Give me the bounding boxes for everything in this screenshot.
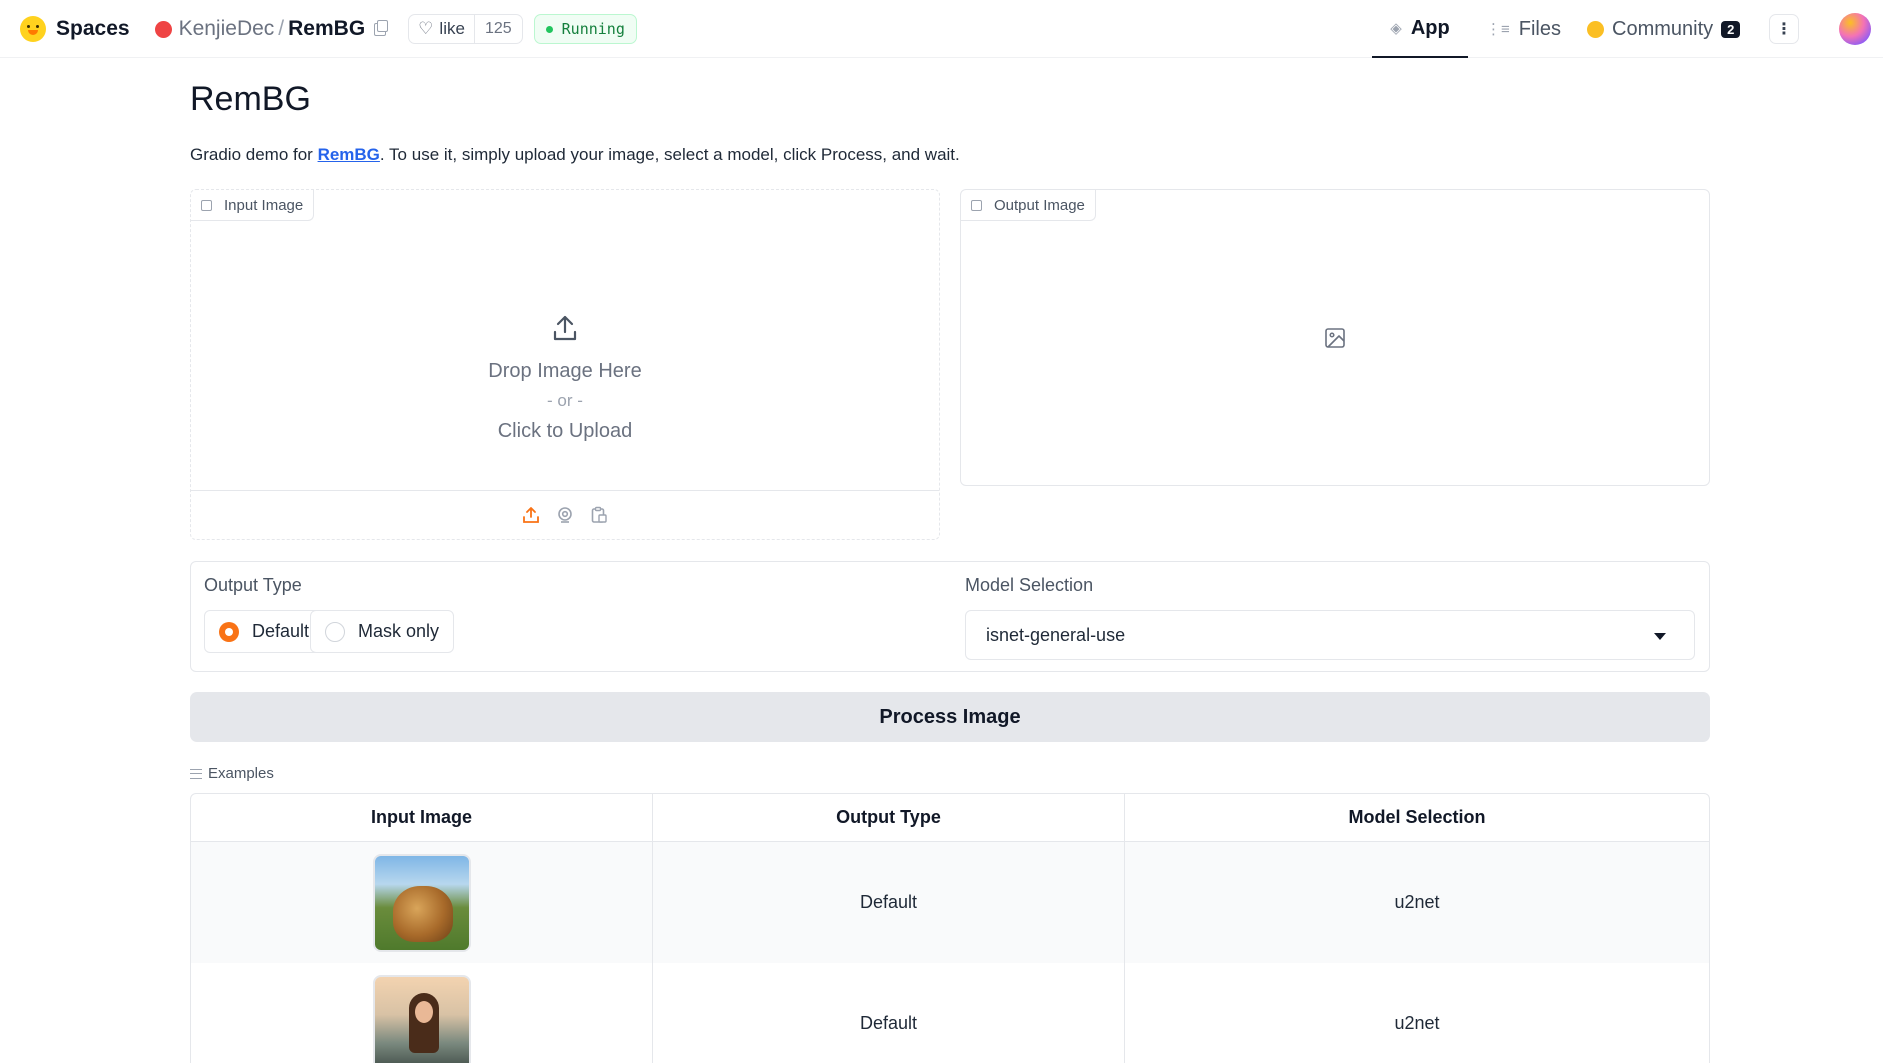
input-image-label-text: Input Image: [224, 196, 304, 214]
copy-icon[interactable]: [374, 19, 389, 36]
image-icon: [201, 199, 212, 211]
breadcrumb-separator: /: [278, 17, 285, 40]
examples-label: Examples: [190, 765, 274, 782]
repo-name-link[interactable]: RemBG: [288, 17, 365, 41]
tab-community-label: Community: [1612, 17, 1714, 40]
image-source-bar: [191, 490, 939, 539]
process-image-button[interactable]: Process Image: [190, 692, 1710, 742]
webcam-source-icon[interactable]: [555, 505, 575, 525]
tab-files-label: Files: [1518, 17, 1561, 40]
output-image-panel: Output Image: [960, 189, 1710, 486]
table-row[interactable]: Default u2net: [191, 963, 1709, 1063]
output-type-label: Output Type: [204, 575, 302, 595]
options-panel: Output Type Default Mask only Model Sele…: [190, 561, 1710, 672]
or-separator: - or -: [547, 391, 583, 410]
example-image-cell[interactable]: [191, 963, 652, 1063]
like-label: like: [439, 19, 465, 38]
community-count-badge: 2: [1721, 20, 1741, 38]
radio-default-label: Default: [252, 621, 310, 641]
upload-dropzone[interactable]: Drop Image Here - or - Click to Upload: [191, 221, 939, 481]
header-model-selection: Model Selection: [1124, 794, 1709, 841]
tab-files[interactable]: ⋮≡ Files: [1486, 0, 1561, 58]
dropdown-caret-icon: [1654, 633, 1666, 640]
model-select-dropdown[interactable]: isnet-general-use: [965, 610, 1695, 660]
header-output-type: Output Type: [652, 794, 1124, 841]
lion-figure: [392, 885, 453, 942]
examples-label-text: Examples: [208, 765, 274, 782]
lion-thumbnail[interactable]: [372, 853, 471, 952]
desc-prefix: Gradio demo for: [190, 145, 318, 164]
header-input-image: Input Image: [370, 807, 472, 827]
upload-source-icon[interactable]: [521, 505, 541, 525]
examples-table: Input Image Output Type Model Selection …: [190, 793, 1710, 1063]
example-output-type[interactable]: Default: [652, 963, 1124, 1063]
table-row[interactable]: Default u2net: [191, 842, 1709, 963]
spaces-link[interactable]: Spaces: [56, 17, 130, 41]
list-icon: [190, 768, 202, 779]
files-icon: ⋮≡: [1486, 21, 1510, 38]
user-avatar[interactable]: [1839, 13, 1871, 45]
owner-avatar: [154, 20, 172, 38]
tab-community[interactable]: Community 2: [1587, 0, 1741, 58]
rembg-link[interactable]: RemBG: [318, 145, 380, 164]
community-icon: [1587, 20, 1604, 38]
tab-app[interactable]: ◈ App: [1372, 0, 1468, 58]
tab-app-label: App: [1410, 16, 1450, 39]
like-main[interactable]: ♡ like: [409, 15, 474, 43]
output-image-label: Output Image: [961, 190, 1096, 221]
click-to-upload-text: Click to Upload: [497, 420, 633, 442]
girl-thumbnail[interactable]: [372, 974, 471, 1063]
example-model[interactable]: u2net: [1124, 963, 1709, 1063]
heart-icon: ♡: [418, 19, 434, 38]
page-title: RemBG: [190, 80, 311, 118]
radio-default[interactable]: Default: [204, 610, 325, 653]
cube-icon: ◈: [1390, 20, 1402, 37]
model-select-value: isnet-general-use: [986, 624, 1126, 645]
radio-selected-icon: [219, 621, 239, 642]
input-image-panel: Input Image Drop Image Here - or - Click…: [190, 189, 940, 540]
example-model[interactable]: u2net: [1124, 842, 1709, 963]
status-dot-icon: [545, 25, 553, 33]
clipboard-source-icon[interactable]: [589, 505, 609, 525]
radio-unselected-icon: [325, 621, 345, 642]
like-count[interactable]: 125: [473, 15, 522, 43]
output-image-label-text: Output Image: [994, 196, 1085, 214]
image-placeholder-icon: [1325, 328, 1345, 348]
huggingface-logo-icon[interactable]: [20, 16, 46, 42]
status-badge[interactable]: Running: [533, 14, 637, 44]
more-options-button[interactable]: ⋮: [1769, 14, 1799, 44]
girl-face: [414, 1000, 433, 1023]
examples-header-row: Input Image Output Type Model Selection: [191, 794, 1709, 842]
owner-link[interactable]: KenjieDec: [179, 17, 275, 41]
example-output-type[interactable]: Default: [652, 842, 1124, 963]
drop-image-text: Drop Image Here: [488, 360, 642, 382]
model-selection-label: Model Selection: [965, 575, 1094, 595]
like-button[interactable]: ♡ like 125: [408, 14, 523, 44]
example-image-cell[interactable]: [191, 842, 652, 963]
image-icon: [971, 199, 982, 211]
page-description: Gradio demo for RemBG. To use it, simply…: [190, 145, 960, 165]
radio-mask-only[interactable]: Mask only: [310, 610, 455, 653]
desc-suffix: . To use it, simply upload your image, s…: [379, 145, 960, 164]
input-image-label: Input Image: [191, 190, 315, 221]
top-nav: Spaces KenjieDec / RemBG ♡ like 125 Runn…: [0, 0, 1883, 58]
nav-left: Spaces KenjieDec / RemBG ♡ like 125 Runn…: [20, 0, 637, 58]
status-text: Running: [561, 20, 625, 38]
upload-icon: [553, 315, 577, 341]
radio-mask-only-label: Mask only: [358, 621, 440, 641]
